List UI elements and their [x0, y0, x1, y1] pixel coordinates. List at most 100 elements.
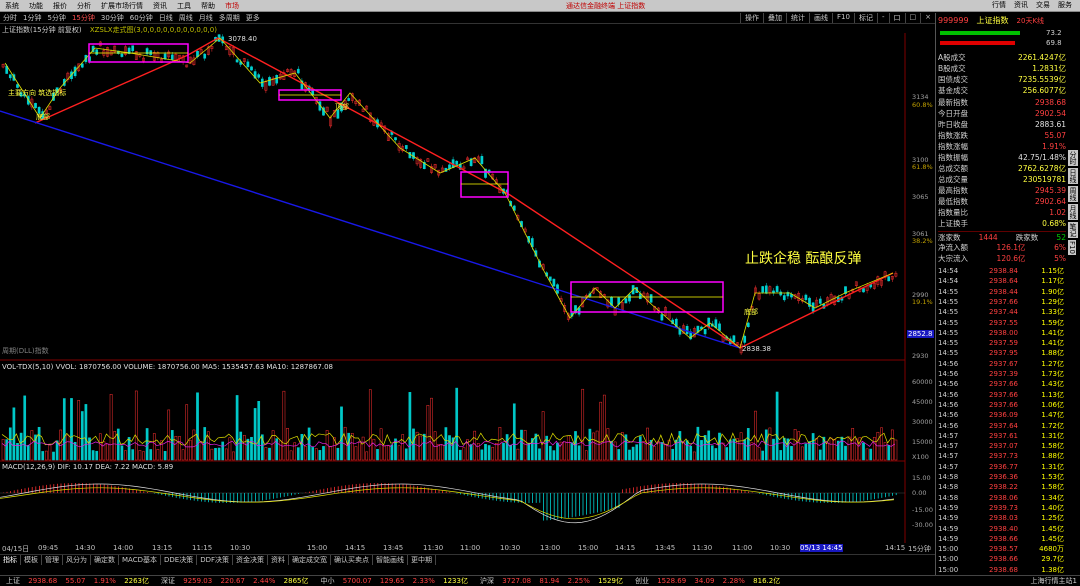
macd-bar — [283, 493, 285, 497]
toolbar-operate-button[interactable]: 操作 — [740, 13, 763, 23]
status-index[interactable]: 创业 1528.69 34.09 2.28% 816.2亿 — [629, 576, 786, 586]
status-index[interactable]: 深证 9259.03 220.67 2.44% 2865亿 — [155, 576, 314, 586]
period-tab-more[interactable]: 更多 — [243, 13, 263, 23]
toolbar-close-button[interactable]: × — [920, 13, 935, 23]
toolbar-f10-button[interactable]: F10 — [832, 13, 854, 23]
volume-bar — [404, 448, 408, 461]
indicator-tab[interactable]: 资料 — [268, 554, 289, 565]
tick-price: 2938.66 — [989, 534, 1018, 543]
indicator-tab[interactable]: 资金决策 — [233, 554, 268, 565]
top-link-trade[interactable]: 交易 — [1032, 0, 1054, 10]
status-index[interactable]: 上证 2938.68 55.07 1.91% 2263亿 — [0, 576, 155, 586]
tick-volume: 1.27亿 — [1041, 359, 1064, 368]
tick-volume: 1.25亿 — [1041, 514, 1064, 523]
menu-item-ext-market[interactable]: 扩展市场行情 — [96, 1, 148, 11]
period-tab-week[interactable]: 周线 — [176, 13, 196, 23]
period-tab-5min[interactable]: 5分钟 — [44, 13, 68, 23]
toolbar-maximize-button[interactable]: □ — [904, 13, 921, 23]
indicator-tab[interactable]: 确定数 — [91, 554, 119, 565]
menu-item-help[interactable]: 帮助 — [196, 1, 220, 11]
period-tab-15min[interactable]: 15分钟 — [69, 13, 98, 23]
menu-item-news[interactable]: 资讯 — [148, 1, 172, 11]
toolbar-draw-button[interactable]: 画线 — [809, 13, 832, 23]
indicator-tab[interactable]: DDF决策 — [197, 554, 233, 565]
volume-bar — [19, 432, 23, 461]
side-tab[interactable]: 周线 — [1068, 186, 1078, 202]
vol-tick: 15000 — [912, 438, 933, 446]
period-tab-month[interactable]: 月线 — [196, 13, 216, 23]
volume-bar — [178, 436, 181, 461]
side-tab[interactable]: 日线 — [1068, 168, 1078, 184]
top-link-quote[interactable]: 行情 — [988, 0, 1010, 10]
macd-bar — [589, 493, 591, 514]
indicator-tab[interactable]: 管理 — [42, 554, 63, 565]
volume-bar — [318, 450, 322, 461]
indicator-tab[interactable]: 指标 — [0, 554, 21, 565]
indicator-tab[interactable]: 更中期 — [408, 554, 436, 565]
side-tab[interactable]: F10 — [1068, 240, 1076, 255]
volume-bar — [595, 430, 599, 461]
tick-volume: 1.31亿 — [1041, 431, 1064, 440]
server-status[interactable]: 上海行情主站1 — [1028, 576, 1080, 586]
period-tab-multi[interactable]: 多周期 — [216, 13, 243, 23]
volume-bar — [217, 447, 221, 461]
down-label: 跌家数 — [1015, 232, 1039, 242]
side-tab[interactable]: 笔记 — [1068, 222, 1078, 238]
period-tab-1min[interactable]: 1分钟 — [20, 13, 44, 23]
consolidation-boxes — [88, 43, 724, 313]
indicator-tab[interactable]: 模板 — [21, 554, 42, 565]
macd-bar — [561, 493, 562, 519]
stat-row: 总成交量 230519781 — [938, 174, 1066, 185]
tick-row: 14:57 2937.61 1.31亿 — [938, 431, 1066, 441]
menu-item-market[interactable]: 市场 — [220, 1, 244, 11]
tick-price: 2937.66 — [989, 297, 1018, 306]
period-tab-60min[interactable]: 60分钟 — [127, 13, 156, 23]
stat-value: 2261.4247亿 — [1017, 53, 1066, 62]
menu-item-quote[interactable]: 报价 — [48, 1, 72, 11]
side-tab[interactable]: 分时 — [1068, 150, 1078, 166]
volume-bar — [563, 441, 567, 461]
indicator-tab[interactable]: 风分为 — [63, 554, 91, 565]
indicator-tab[interactable]: 智能画线 — [373, 554, 408, 565]
menu-item-system[interactable]: 系统 — [0, 1, 24, 11]
toolbar-minimize-button[interactable]: - — [876, 13, 889, 23]
tick-price: 2937.66 — [989, 380, 1018, 389]
status-index[interactable]: 中小 5700.07 129.65 2.33% 1233亿 — [314, 576, 473, 586]
menu-item-analysis[interactable]: 分析 — [72, 1, 96, 11]
period-tab-day[interactable]: 日线 — [156, 13, 176, 23]
toolbar-mark-button[interactable]: 标记 — [853, 13, 877, 23]
volume-bar — [433, 431, 437, 461]
flow-value: 126.1亿 — [996, 243, 1026, 252]
top-link-service[interactable]: 服务 — [1054, 0, 1076, 10]
period-tab-30min[interactable]: 30分钟 — [98, 13, 127, 23]
indicator-tab[interactable]: 确认买卖点 — [331, 554, 373, 565]
volume-bar — [368, 389, 372, 461]
macd-bar — [471, 493, 472, 497]
y-tick: 60.8% — [912, 101, 933, 109]
macd-bar — [35, 486, 37, 493]
macd-bar — [629, 487, 631, 493]
side-tab[interactable]: 月线 — [1068, 204, 1078, 220]
volume-bar — [599, 401, 603, 461]
volume-bar — [66, 434, 70, 461]
toolbar-stats-button[interactable]: 统计 — [786, 13, 809, 23]
toolbar-overlay-button[interactable]: 叠加 — [763, 13, 786, 23]
macd-bar — [143, 491, 145, 493]
menu-item-tools[interactable]: 工具 — [172, 1, 196, 11]
toolbar-restore-button[interactable]: 口 — [888, 13, 905, 23]
menu-item-function[interactable]: 功能 — [24, 1, 48, 11]
macd-bar — [114, 486, 116, 493]
volume-bar — [538, 448, 541, 461]
volume-bar — [372, 438, 376, 461]
period-tab-fenshi[interactable]: 分时 — [0, 13, 20, 23]
macd-bar — [557, 493, 559, 520]
bar-top-value: 73.2 — [1046, 29, 1062, 37]
macd-bar — [507, 493, 508, 502]
volume-bar — [41, 451, 45, 461]
top-link-news[interactable]: 资讯 — [1010, 0, 1032, 10]
indicator-tab[interactable]: DDE决策 — [161, 554, 198, 565]
indicator-tab[interactable]: MACD基本 — [119, 554, 161, 565]
time-tick: 11:30 — [692, 544, 713, 552]
status-index[interactable]: 沪深 3727.08 81.94 2.25% 1529亿 — [474, 576, 629, 586]
indicator-tab[interactable]: 确定成交宽 — [289, 554, 331, 565]
